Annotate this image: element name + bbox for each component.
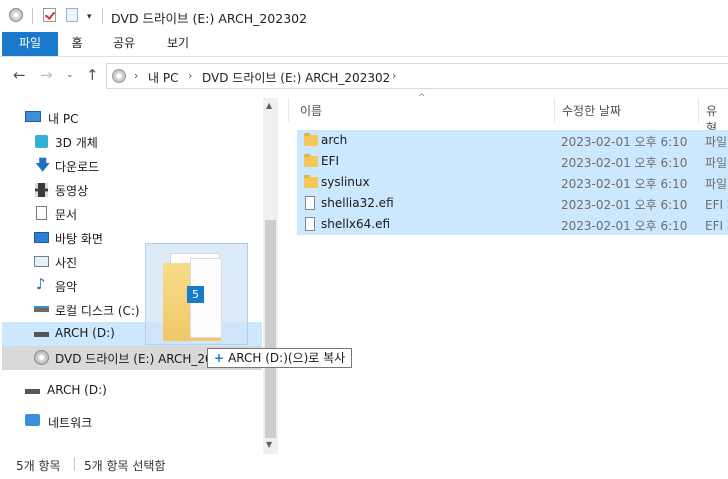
- address-bar[interactable]: [106, 63, 728, 89]
- nav-item-label: 사진: [55, 256, 78, 270]
- new-folder-icon[interactable]: [66, 8, 78, 22]
- scroll-down-arrow-icon[interactable]: ▼: [266, 440, 272, 449]
- music-note-icon: ♪: [36, 275, 46, 293]
- customize-quick-access-icon[interactable]: ▾: [87, 12, 92, 22]
- tab-file[interactable]: 파일: [2, 32, 58, 56]
- breadcrumb-dvd-drive[interactable]: DVD 드라이브 (E:) ARCH_202302: [202, 69, 390, 86]
- file-name: EFI: [321, 154, 340, 168]
- file-name: shellx64.efi: [321, 217, 391, 231]
- file-date: 2023-02-01 오후 6:10: [561, 177, 688, 191]
- folder-icon: [304, 175, 318, 188]
- breadcrumb-chevron-icon[interactable]: ›: [134, 69, 138, 82]
- folder-icon: [304, 133, 318, 146]
- nav-item-arch-drive-2[interactable]: ARCH (D:): [2, 379, 262, 403]
- column-divider[interactable]: [554, 98, 555, 122]
- tab-view[interactable]: 보기: [158, 32, 198, 56]
- 3d-objects-icon: [35, 135, 48, 148]
- window-title: DVD 드라이브 (E:) ARCH_202302: [111, 11, 308, 26]
- nav-item-label: 내 PC: [48, 112, 79, 126]
- plus-icon: +: [214, 351, 225, 365]
- quick-access-separator: [32, 8, 33, 24]
- download-arrow-icon: 🡇: [35, 156, 51, 174]
- nav-item-label: 음악: [55, 280, 78, 294]
- dvd-disc-icon: [112, 69, 126, 83]
- title-separator: [102, 8, 103, 24]
- drag-copy-tooltip: + ARCH (D:)(으)로 복사: [207, 348, 353, 368]
- forward-arrow-icon[interactable]: →: [40, 66, 53, 84]
- nav-item-network[interactable]: 네트워크: [2, 410, 262, 434]
- nav-item-label: 로컬 디스크 (C:): [55, 304, 140, 318]
- scrollbar-thumb[interactable]: [265, 220, 276, 438]
- status-separator: [74, 457, 75, 471]
- file-row[interactable]: syslinux 2023-02-01 오후 6:10 파일 폴더: [297, 172, 728, 193]
- column-header-date[interactable]: 수정한 날짜: [562, 102, 621, 119]
- nav-item-label: ARCH (D:): [55, 326, 115, 340]
- breadcrumb-chevron-icon[interactable]: ›: [392, 69, 396, 82]
- scroll-up-arrow-icon[interactable]: ▲: [266, 101, 272, 110]
- computer-icon: [25, 111, 41, 122]
- file-icon: [305, 217, 315, 231]
- nav-item-label: 다운로드: [55, 160, 100, 174]
- title-bar: [0, 0, 728, 32]
- folder-icon: [304, 154, 318, 167]
- up-arrow-icon[interactable]: ↑: [86, 66, 99, 84]
- drive-icon: [34, 332, 49, 337]
- properties-check-icon[interactable]: [43, 8, 56, 22]
- file-date: 2023-02-01 오후 6:10: [561, 156, 688, 170]
- dvd-disc-icon: [9, 8, 23, 22]
- nav-item-downloads[interactable]: 🡇 다운로드: [2, 154, 262, 178]
- nav-item-this-pc[interactable]: 내 PC: [2, 106, 262, 130]
- file-type: 파일 폴더: [705, 135, 728, 149]
- file-date: 2023-02-01 오후 6:10: [561, 135, 688, 149]
- recent-locations-chevron-icon[interactable]: ⌄: [66, 70, 74, 80]
- file-date: 2023-02-01 오후 6:10: [561, 198, 688, 212]
- nav-item-documents[interactable]: 문서: [2, 202, 262, 226]
- local-disk-icon: [34, 306, 49, 312]
- dvd-icon: [34, 350, 49, 365]
- nav-item-label: 네트워크: [48, 416, 93, 430]
- file-name: shellia32.efi: [321, 196, 394, 210]
- file-name: syslinux: [321, 175, 370, 189]
- nav-item-label: 동영상: [55, 184, 89, 198]
- file-type: 파일 폴더: [705, 156, 728, 170]
- nav-item-3d-objects[interactable]: 3D 개체: [2, 130, 262, 154]
- status-selected-count: 5개 항목 선택함: [84, 459, 166, 473]
- file-row[interactable]: arch 2023-02-01 오후 6:10 파일 폴더: [297, 130, 728, 151]
- sort-ascending-caret-icon: ^: [418, 93, 426, 103]
- file-icon: [305, 196, 315, 210]
- film-icon: [35, 183, 48, 197]
- nav-item-label: 3D 개체: [55, 136, 98, 150]
- file-type: EFI 파일: [705, 219, 728, 233]
- breadcrumb-this-pc[interactable]: 내 PC: [148, 69, 178, 86]
- file-name: arch: [321, 133, 348, 147]
- file-row[interactable]: EFI 2023-02-01 오후 6:10 파일 폴더: [297, 151, 728, 172]
- tab-share[interactable]: 공유: [104, 32, 144, 56]
- nav-item-label: ARCH (D:): [47, 383, 107, 397]
- column-divider[interactable]: [698, 98, 699, 122]
- drag-count-badge: 5: [187, 286, 204, 303]
- network-icon: [25, 414, 40, 426]
- tab-home[interactable]: 홈: [62, 32, 92, 56]
- nav-item-label: 바탕 화면: [55, 232, 103, 246]
- nav-item-label: 문서: [55, 208, 78, 222]
- breadcrumb-chevron-icon[interactable]: ›: [188, 69, 192, 82]
- nav-item-videos[interactable]: 동영상: [2, 178, 262, 202]
- file-row[interactable]: shellx64.efi 2023-02-01 오후 6:10 EFI 파일: [297, 214, 728, 235]
- file-type: EFI 파일: [705, 198, 728, 212]
- drag-tooltip-text: ARCH (D:)(으)로 복사: [228, 351, 346, 365]
- file-type: 파일 폴더: [705, 177, 728, 191]
- drive-icon: [25, 389, 40, 394]
- status-item-count: 5개 항목: [16, 459, 61, 473]
- file-date: 2023-02-01 오후 6:10: [561, 219, 688, 233]
- file-row[interactable]: shellia32.efi 2023-02-01 오후 6:10 EFI 파일: [297, 193, 728, 214]
- back-arrow-icon[interactable]: ←: [13, 66, 26, 84]
- picture-icon: [34, 256, 49, 267]
- desktop-icon: [34, 232, 49, 243]
- column-header-name[interactable]: 이름: [300, 102, 322, 119]
- document-icon: [36, 206, 47, 220]
- pane-divider: [288, 98, 289, 122]
